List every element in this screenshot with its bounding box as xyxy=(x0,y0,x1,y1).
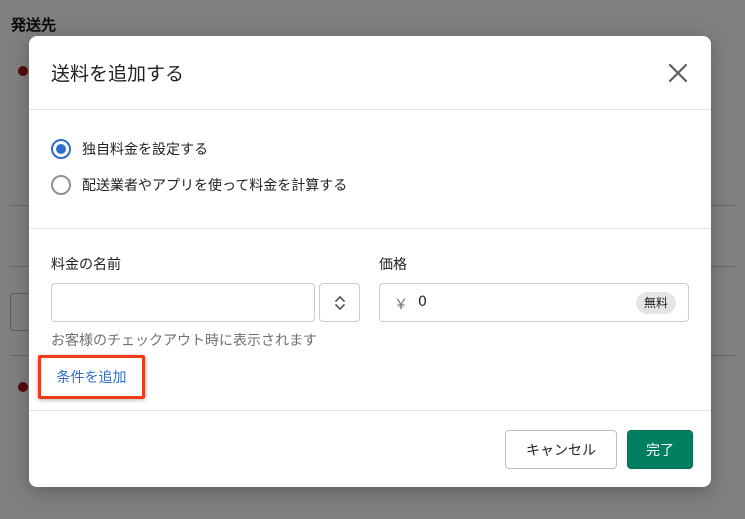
close-icon xyxy=(668,63,688,83)
rate-name-input[interactable] xyxy=(51,283,315,322)
radio-carrier-rate[interactable] xyxy=(51,175,71,195)
rate-name-label: 料金の名前 xyxy=(51,257,121,273)
add-rate-modal: 送料を追加する 独自料金を設定する 配送業者やアプリを使って料金を計算する 料金… xyxy=(29,36,711,487)
currency-symbol: ￥ xyxy=(394,297,408,313)
rate-name-stepper[interactable] xyxy=(319,283,360,322)
close-button[interactable] xyxy=(665,60,691,86)
price-input[interactable]: ￥ 0 無料 xyxy=(379,283,689,322)
modal-header: 送料を追加する xyxy=(29,36,711,110)
select-arrows-icon xyxy=(334,295,345,310)
radio-custom-rate[interactable] xyxy=(51,139,71,159)
option-label: 独自料金を設定する xyxy=(82,142,208,158)
option-custom-rate[interactable]: 独自料金を設定する xyxy=(51,139,208,159)
option-label: 配送業者やアプリを使って料金を計算する xyxy=(82,178,348,194)
add-condition-link[interactable]: 条件を追加 xyxy=(57,367,127,387)
cancel-button[interactable]: キャンセル xyxy=(505,430,617,469)
price-label: 価格 xyxy=(379,257,407,273)
rate-name-help: お客様のチェックアウト時に表示されます xyxy=(51,333,317,349)
rate-type-options: 独自料金を設定する 配送業者やアプリを使って料金を計算する xyxy=(29,111,711,229)
price-value: 0 xyxy=(418,294,427,310)
done-button[interactable]: 完了 xyxy=(627,430,693,469)
modal-title: 送料を追加する xyxy=(51,63,185,85)
option-carrier-rate[interactable]: 配送業者やアプリを使って料金を計算する xyxy=(51,175,347,195)
add-condition-highlight: 条件を追加 xyxy=(38,355,145,399)
free-badge: 無料 xyxy=(635,292,676,314)
